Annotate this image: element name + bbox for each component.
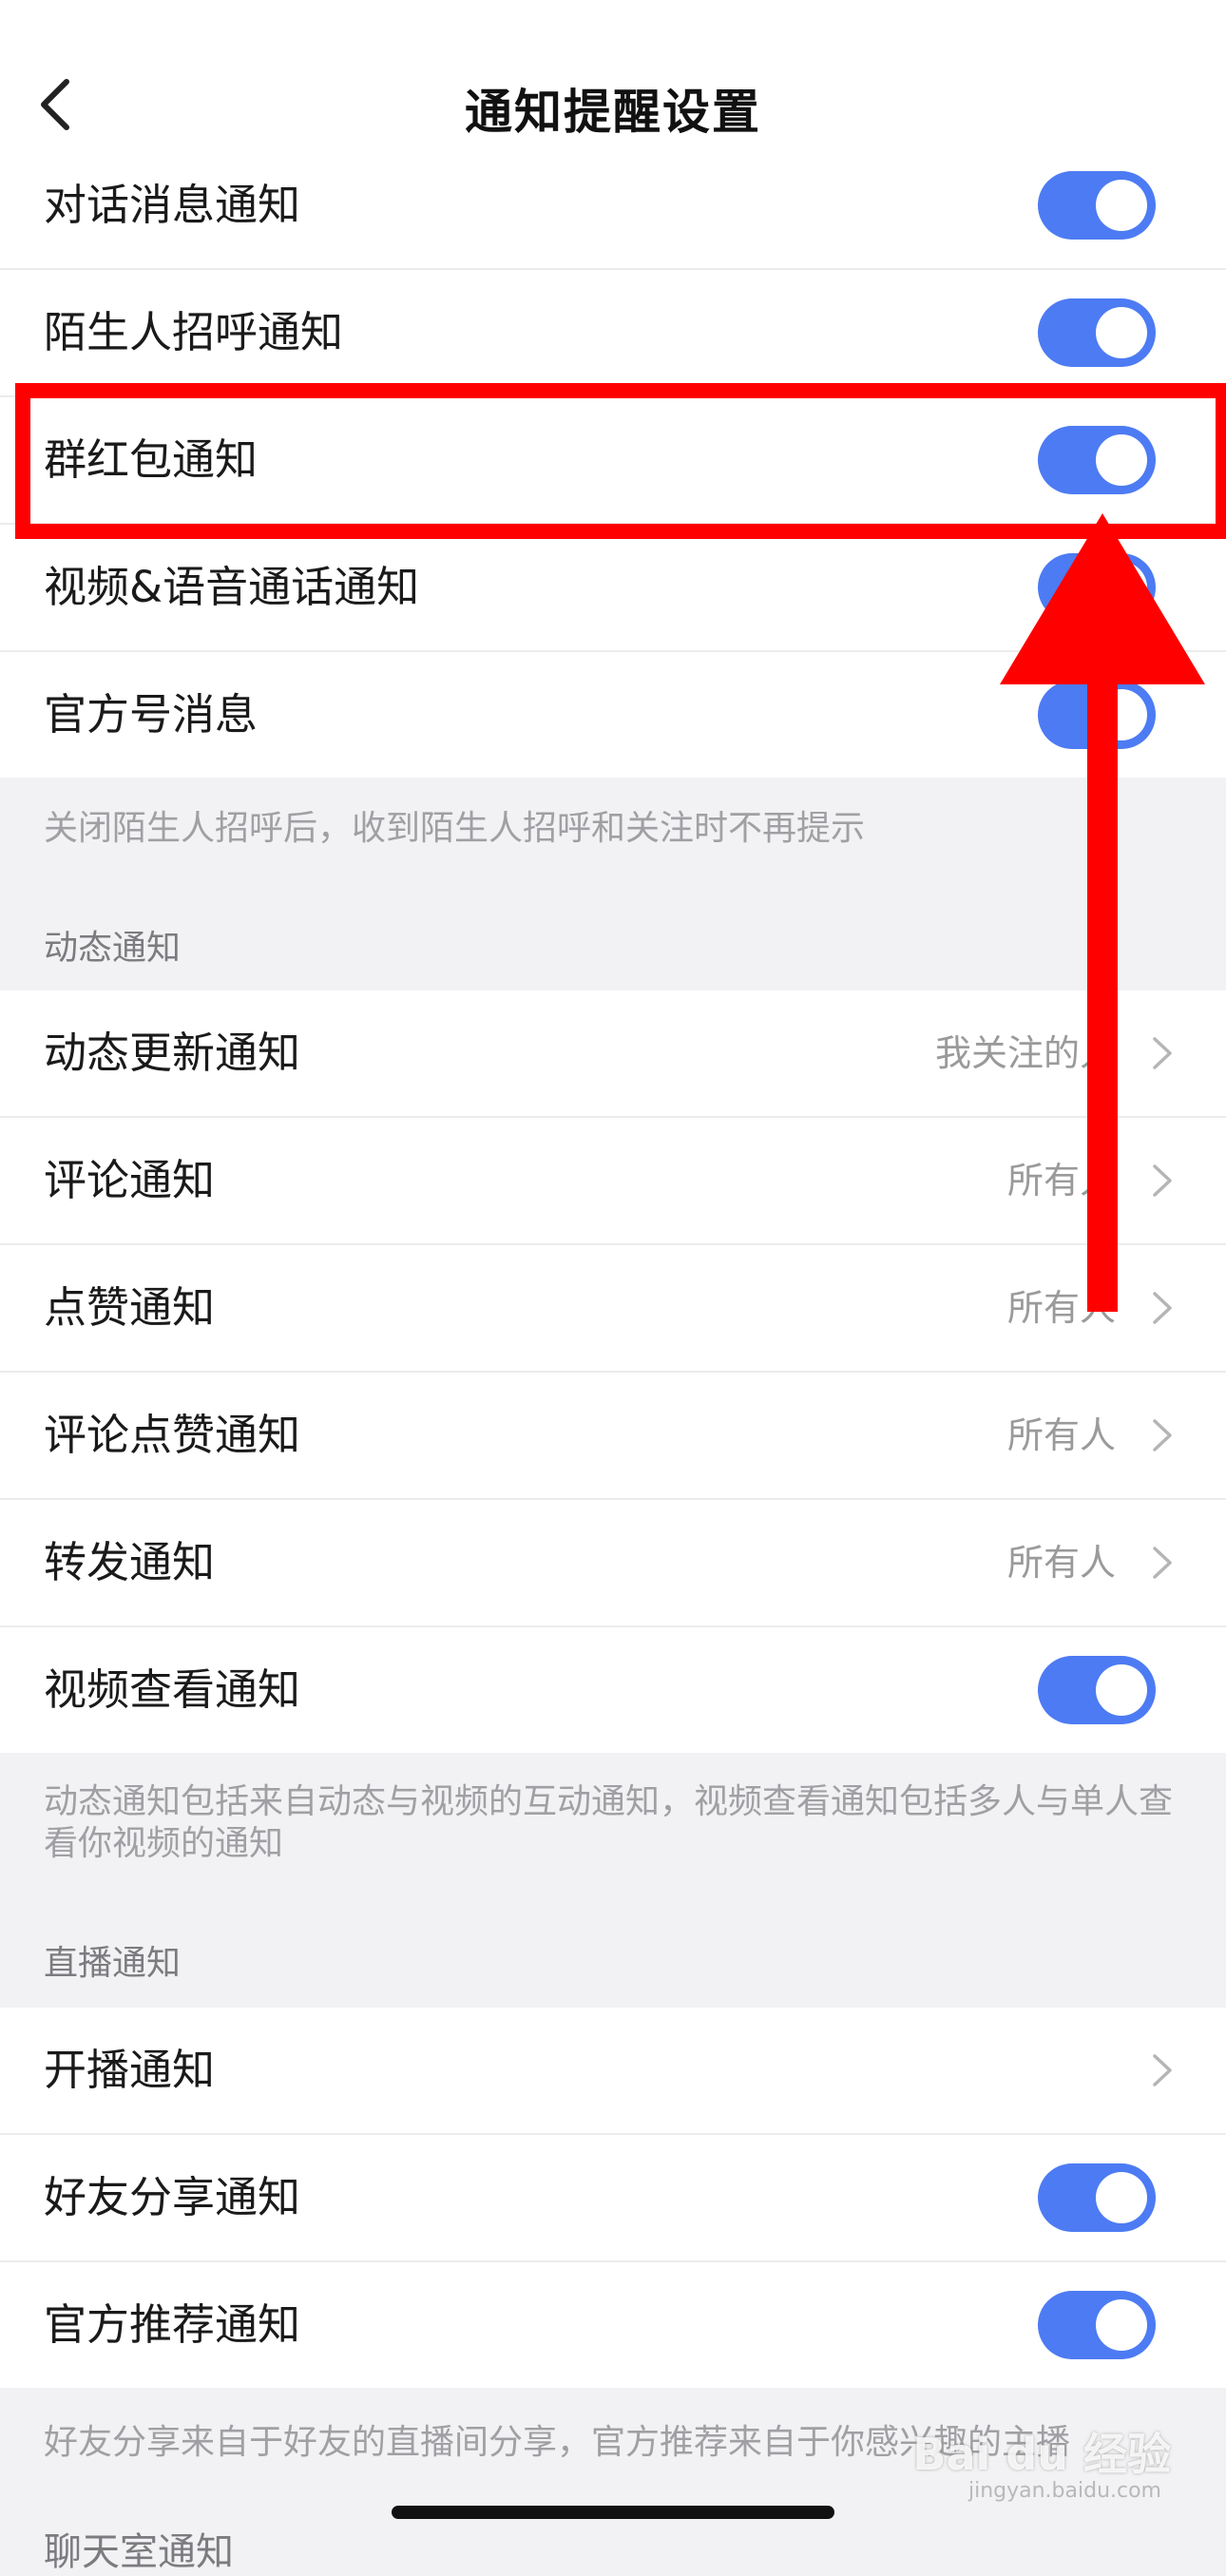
row-value: 所有人: [1006, 1414, 1116, 1456]
toggle-knob: [1096, 689, 1147, 740]
row-label: 视频&语音通话通知: [44, 562, 420, 612]
row-label: 陌生人招呼通知: [44, 307, 344, 357]
row-video-view[interactable]: 视频查看通知: [0, 1627, 1226, 1753]
row-share[interactable]: 转发通知 所有人: [0, 1500, 1226, 1627]
row-dynamic-update[interactable]: 动态更新通知 我关注的人: [0, 990, 1226, 1118]
toggle-knob: [1096, 2172, 1147, 2223]
toggle-knob: [1096, 2299, 1147, 2351]
toggle-knob: [1096, 434, 1147, 486]
row-label: 官方号消息: [44, 689, 259, 740]
toggle-knob: [1096, 1664, 1147, 1716]
row-label: 好友分享通知: [44, 2172, 301, 2222]
row-like[interactable]: 点赞通知 所有人: [0, 1245, 1226, 1373]
home-indicator[interactable]: [392, 2506, 834, 2519]
row-label: 群红包通知: [44, 434, 259, 485]
live-notification-group: 开播通知 好友分享通知 官方推荐通知: [0, 2008, 1226, 2388]
video-view-toggle[interactable]: [1038, 1656, 1156, 1724]
row-label: 评论点赞通知: [44, 1410, 301, 1460]
baidu-watermark-url: jingyan.baidu.com: [967, 2479, 1161, 2503]
chevron-right-icon: [1153, 1547, 1172, 1579]
chevron-right-icon: [1153, 1164, 1172, 1197]
row-official-recommend[interactable]: 官方推荐通知: [0, 2262, 1226, 2388]
row-label: 点赞通知: [44, 1282, 216, 1333]
dynamic-group-note: 动态通知包括来自动态与视频的互动通知，视频查看通知包括多人与单人查看你视频的通知: [44, 1782, 1174, 1863]
row-label: 对话消息通知: [44, 180, 301, 230]
section-header-dynamic: 动态通知: [44, 929, 182, 968]
row-label: 官方推荐通知: [44, 2299, 301, 2350]
stranger-greeting-toggle[interactable]: [1038, 298, 1156, 367]
section-header-chatroom-partial: 聊天室通知: [44, 2530, 234, 2574]
video-voice-call-toggle[interactable]: [1038, 553, 1156, 622]
row-comment[interactable]: 评论通知 所有人: [0, 1118, 1226, 1245]
row-chat-message[interactable]: 对话消息通知: [0, 143, 1226, 270]
nav-header: 通知提醒设置: [0, 0, 1226, 162]
row-label: 转发通知: [44, 1537, 216, 1587]
row-video-voice-call[interactable]: 视频&语音通话通知: [0, 525, 1226, 652]
toggle-knob: [1096, 180, 1147, 231]
row-friend-share[interactable]: 好友分享通知: [0, 2135, 1226, 2262]
page-title: 通知提醒设置: [465, 85, 761, 140]
chat-notification-group: 对话消息通知 陌生人招呼通知 群红包通知 视频&语音通话通知 官方号消息: [0, 143, 1226, 778]
baidu-watermark-logo: Bai du 经验: [912, 2429, 1171, 2480]
row-label: 开播通知: [44, 2045, 216, 2095]
row-value: 所有人: [1006, 1160, 1116, 1201]
dynamic-notification-group: 动态更新通知 我关注的人 评论通知 所有人 点赞通知 所有人 评论点赞通知 所有…: [0, 990, 1226, 1753]
group-red-packet-toggle[interactable]: [1038, 426, 1156, 494]
toggle-knob: [1096, 562, 1147, 613]
section-header-live: 直播通知: [44, 1944, 182, 1983]
chat-message-toggle[interactable]: [1038, 171, 1156, 240]
row-group-red-packet[interactable]: 群红包通知: [0, 397, 1226, 525]
row-comment-like[interactable]: 评论点赞通知 所有人: [0, 1373, 1226, 1500]
chevron-right-icon: [1153, 1419, 1172, 1451]
row-live-start[interactable]: 开播通知: [0, 2008, 1226, 2135]
official-account-toggle[interactable]: [1038, 681, 1156, 749]
chevron-right-icon: [1153, 1037, 1172, 1069]
chevron-right-icon: [1153, 2054, 1172, 2086]
row-stranger-greeting[interactable]: 陌生人招呼通知: [0, 270, 1226, 397]
row-label: 视频查看通知: [44, 1664, 301, 1715]
chat-group-note: 关闭陌生人招呼后，收到陌生人招呼和关注时不再提示: [44, 809, 866, 848]
row-value: 所有人: [1006, 1542, 1116, 1584]
row-label: 评论通知: [44, 1155, 216, 1205]
official-recommend-toggle[interactable]: [1038, 2291, 1156, 2359]
row-official-account[interactable]: 官方号消息: [0, 652, 1226, 778]
row-value: 我关注的人: [934, 1032, 1116, 1074]
row-value: 所有人: [1006, 1287, 1116, 1329]
chevron-right-icon: [1153, 1292, 1172, 1324]
friend-share-toggle[interactable]: [1038, 2163, 1156, 2232]
row-label: 动态更新通知: [44, 1028, 301, 1078]
toggle-knob: [1096, 307, 1147, 358]
